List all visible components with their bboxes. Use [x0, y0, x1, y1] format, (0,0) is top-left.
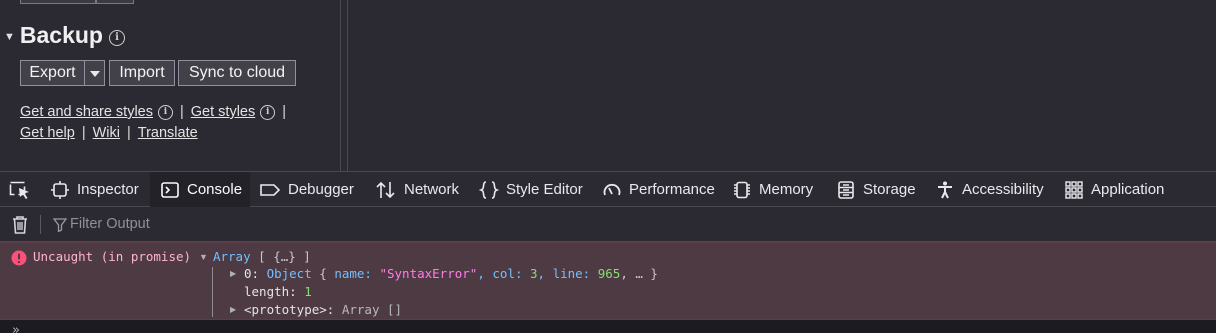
tree-row-length: length: 1 — [230, 284, 312, 299]
array-preview: [ {…} ] — [251, 249, 311, 264]
expand-arrow-icon[interactable]: ▶ — [230, 305, 244, 314]
splitter[interactable] — [340, 0, 341, 171]
number-value: 965 — [597, 266, 621, 281]
key: 0: — [244, 266, 267, 281]
console-filter-bar — [0, 207, 1216, 242]
element-picker-icon — [9, 181, 29, 199]
accessibility-icon — [938, 181, 952, 198]
memory-icon — [734, 181, 750, 198]
array-label[interactable]: Array — [213, 249, 251, 264]
network-icon — [376, 181, 395, 198]
number-value: 1 — [304, 284, 312, 299]
console-input[interactable]: » — [0, 320, 1216, 333]
popup-area: ▼ Backup i Export Import Sync to cloud G… — [0, 0, 1216, 171]
popup-left-panel: ▼ Backup i Export Import Sync to cloud G… — [0, 0, 340, 171]
tab-label: Debugger — [288, 181, 354, 198]
error-summary[interactable]: Uncaught (in promise) ▼ Array [ {…} ] — [33, 249, 311, 264]
prompt-chevron-icon: » — [12, 323, 20, 333]
tab-performance[interactable]: Performance — [602, 172, 715, 207]
info-icon[interactable]: i — [108, 29, 125, 46]
tree-guide-line — [212, 267, 213, 317]
tab-label: Accessibility — [962, 181, 1044, 198]
separator: | — [180, 104, 184, 120]
tab-label: Performance — [629, 181, 715, 198]
import-button[interactable]: Import — [109, 60, 175, 86]
expand-caret-icon[interactable]: ▼ — [199, 252, 208, 262]
string-value: "SyntaxError" — [379, 266, 478, 281]
prop-key: , col: — [477, 266, 530, 281]
partial-button[interactable] — [20, 0, 96, 4]
tab-label: Style Editor — [506, 181, 583, 198]
partial-button-minus[interactable] — [96, 0, 134, 4]
number-value: 3 — [530, 266, 538, 281]
punctuation: : — [326, 302, 342, 317]
tab-accessibility[interactable]: Accessibility — [935, 172, 1044, 207]
tab-label: Console — [187, 181, 243, 198]
debugger-icon — [260, 183, 281, 196]
filter-output-input[interactable] — [70, 213, 570, 235]
collapse-caret-icon[interactable]: ▼ — [4, 31, 15, 43]
tab-console[interactable]: Console — [150, 172, 250, 207]
tab-style-editor[interactable]: Style Editor — [479, 172, 583, 207]
trash-icon — [13, 216, 27, 234]
tree-row-prototype[interactable]: ▶ <prototype>: Array [] — [230, 302, 402, 317]
storage-icon — [838, 180, 854, 199]
tab-debugger[interactable]: Debugger — [259, 172, 354, 207]
info-icon[interactable]: i — [260, 104, 276, 120]
tab-network[interactable]: Network — [375, 172, 459, 207]
element-picker-button[interactable] — [9, 172, 38, 207]
backup-title: Backup — [19, 22, 103, 48]
tab-label: Network — [404, 181, 460, 198]
separator: | — [282, 104, 287, 120]
export-button[interactable]: Export — [20, 60, 85, 86]
prop-key: , line: — [537, 266, 598, 281]
key: <prototype> — [244, 302, 327, 317]
divider — [40, 215, 41, 234]
tab-label: Memory — [759, 181, 814, 198]
object-type: Object — [266, 266, 312, 281]
links-row-2: Get help | Wiki | Translate — [20, 125, 198, 141]
wiki-link[interactable]: Wiki — [93, 125, 120, 141]
tab-label: Storage — [863, 181, 916, 198]
backup-section-header[interactable]: ▼ Backup i — [4, 22, 125, 49]
tab-memory[interactable]: Memory — [732, 172, 813, 207]
filter-icon — [52, 218, 68, 237]
prop-key: name: — [334, 266, 380, 281]
separator: | — [81, 125, 86, 141]
devtools-toolbar: Inspector Console Debugger Network Style… — [0, 171, 1216, 207]
error-text: Uncaught (in promise) — [33, 249, 192, 264]
separator: | — [127, 125, 131, 141]
get-help-link[interactable]: Get help — [20, 125, 75, 141]
get-and-share-styles-link[interactable]: Get and share styles — [20, 104, 153, 120]
dropdown-arrow-icon — [89, 71, 100, 77]
tab-storage[interactable]: Storage — [836, 172, 916, 207]
performance-icon — [603, 183, 621, 195]
error-icon — [11, 250, 27, 271]
tree-row-item-0[interactable]: ▶ 0: Object { name: "SyntaxError", col: … — [230, 266, 658, 281]
inspector-icon — [51, 180, 69, 199]
punctuation: { — [311, 266, 335, 281]
tab-application[interactable]: Application — [1064, 172, 1164, 207]
clear-console-button[interactable] — [11, 215, 29, 240]
translate-link[interactable]: Translate — [138, 125, 198, 141]
tab-label: Inspector — [77, 181, 139, 198]
application-icon — [1065, 180, 1083, 199]
get-styles-link[interactable]: Get styles — [191, 104, 255, 120]
tab-inspector[interactable]: Inspector — [50, 172, 139, 207]
expand-arrow-icon[interactable]: ▶ — [230, 269, 244, 278]
sync-to-cloud-button[interactable]: Sync to cloud — [178, 60, 296, 86]
info-icon[interactable]: i — [158, 104, 173, 120]
style-editor-icon — [479, 180, 499, 199]
array-preview-text: [ {…} ] — [258, 249, 311, 264]
key: length: — [244, 284, 305, 299]
links-row-1: Get and share styles i | Get styles i | — [20, 104, 293, 120]
prototype-value: Array [] — [341, 302, 403, 317]
punctuation: , … } — [620, 266, 658, 281]
console-error-message: Uncaught (in promise) ▼ Array [ {…} ] ▶ … — [0, 242, 1216, 320]
export-dropdown-button[interactable] — [84, 60, 105, 86]
tab-label: Application — [1091, 181, 1165, 198]
console-icon — [161, 181, 179, 198]
popup-right-panel — [348, 0, 1216, 171]
